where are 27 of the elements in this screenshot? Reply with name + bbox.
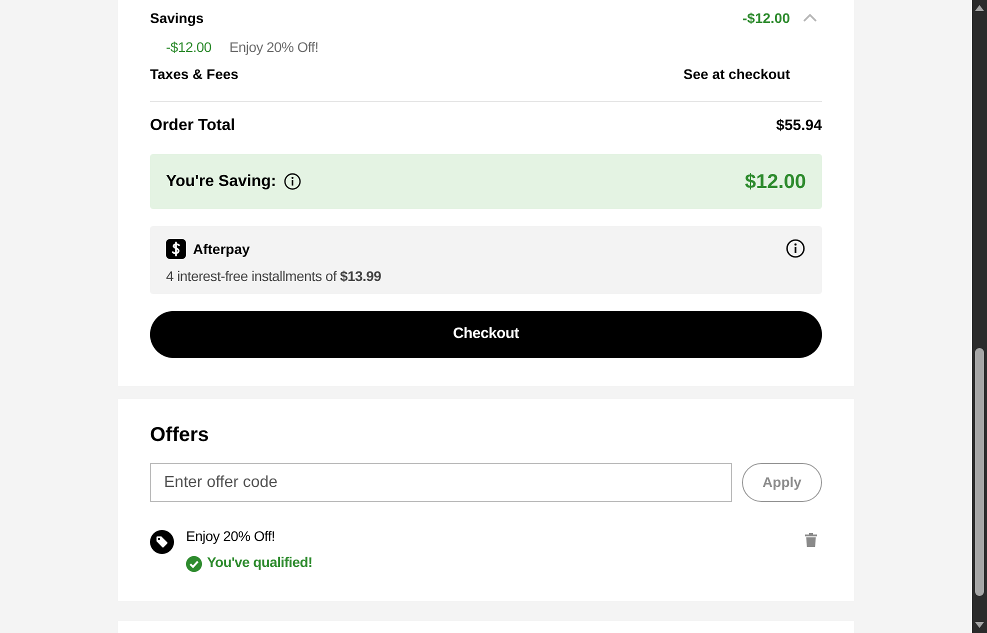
installments-text: 4 interest-free installments of $13.99 xyxy=(166,267,382,286)
savings-banner-label: You're Saving: xyxy=(166,172,276,192)
scrollbar[interactable] xyxy=(972,0,987,633)
offers-title: Offers xyxy=(150,423,209,448)
trash-icon[interactable] xyxy=(805,533,817,547)
info-icon[interactable] xyxy=(786,239,805,258)
offer-name: Enjoy 20% Off! xyxy=(186,527,275,546)
offer-status: You've qualified! xyxy=(207,552,312,572)
offer-code-field[interactable]: Enter offer code xyxy=(150,463,732,502)
discount-name: Enjoy 20% Off! xyxy=(229,38,318,57)
discount-amount: -$12.00 xyxy=(166,38,212,56)
dollar-icon xyxy=(166,239,186,259)
checkout-button[interactable]: Checkout xyxy=(150,311,822,358)
scrollbar-thumb[interactable] xyxy=(975,348,984,596)
taxes-value: See at checkout xyxy=(683,64,790,84)
savings-amount: -$12.00 xyxy=(742,8,790,28)
info-icon[interactable] xyxy=(284,173,302,190)
taxes-label: Taxes & Fees xyxy=(150,64,238,84)
tag-icon xyxy=(150,530,174,554)
afterpay-name: Afterpay xyxy=(193,240,250,259)
savings-label: Savings xyxy=(150,8,204,28)
scroll-up-arrow-icon[interactable] xyxy=(975,5,984,11)
order-total-value: $55.94 xyxy=(776,116,822,136)
scroll-down-arrow-icon[interactable] xyxy=(975,622,984,628)
order-total-label: Order Total xyxy=(150,116,236,136)
check-circle-icon xyxy=(186,556,202,572)
savings-banner-amount: $12.00 xyxy=(744,170,806,194)
